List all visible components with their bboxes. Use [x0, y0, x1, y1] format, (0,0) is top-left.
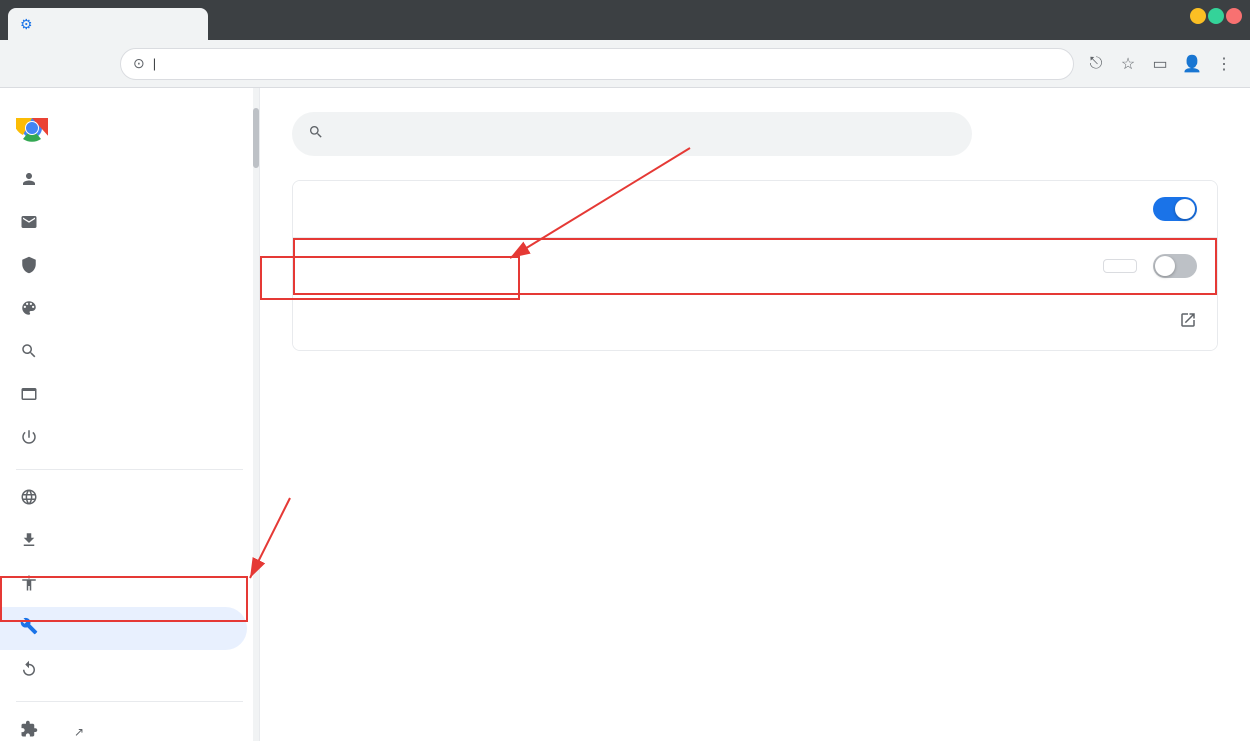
active-tab[interactable]: ⚙ — [8, 8, 208, 40]
toggle-thumb-background-apps — [1175, 199, 1195, 219]
setting-row-hardware-acceleration — [293, 238, 1217, 295]
browser-icon — [20, 385, 38, 408]
sidebar-item-extensions[interactable]: ↗ — [0, 710, 247, 741]
accessibility-icon — [20, 574, 38, 597]
chrome-logo-icon — [16, 112, 48, 144]
sidebar-scrollbar-thumb — [253, 108, 259, 168]
sidebar-toggle-button[interactable]: ▭ — [1146, 50, 1174, 78]
address-text: | — [153, 56, 1061, 71]
tab-bar: ⚙ — [0, 0, 1250, 40]
sidebar-header — [0, 88, 259, 160]
sidebar: ↗ i — [0, 88, 260, 741]
settings-card — [292, 180, 1218, 351]
search-input[interactable] — [336, 126, 956, 142]
person-icon — [20, 170, 38, 193]
toolbar-right: ⎋ ☆ ▭ 👤 ⋮ — [1082, 50, 1238, 78]
sidebar-item-autofill[interactable] — [0, 203, 247, 246]
sidebar-item-appearance[interactable] — [0, 289, 247, 332]
restart-button[interactable] — [1103, 259, 1137, 273]
menu-button[interactable]: ⋮ — [1210, 50, 1238, 78]
new-tab-button[interactable] — [212, 8, 244, 40]
setting-row-background-apps — [293, 181, 1217, 238]
wrench-icon — [20, 617, 38, 640]
close-button[interactable] — [1226, 8, 1242, 24]
sidebar-divider-2 — [16, 701, 243, 702]
sidebar-item-system[interactable] — [0, 607, 247, 650]
sidebar-item-startup[interactable] — [0, 418, 247, 461]
toggle-hardware-acceleration[interactable] — [1153, 254, 1197, 278]
toggle-thumb-hardware — [1155, 256, 1175, 276]
autofill-icon — [20, 213, 38, 236]
sidebar-item-accessibility[interactable] — [0, 564, 247, 607]
download-icon — [20, 531, 38, 554]
power-icon — [20, 428, 38, 451]
search-bar-icon — [308, 124, 324, 145]
address-bar-field[interactable]: ⊙ | — [120, 48, 1074, 80]
sidebar-item-browser[interactable] — [0, 375, 247, 418]
sidebar-item-language[interactable] — [0, 478, 247, 521]
search-bar[interactable] — [292, 112, 972, 156]
main-area: ↗ i — [0, 88, 1250, 741]
toggle-background-apps[interactable] — [1153, 197, 1197, 221]
sidebar-divider-1 — [16, 469, 243, 470]
sidebar-item-privacy[interactable] — [0, 246, 247, 289]
address-separator: | — [153, 56, 156, 71]
addressbar: ⊙ | ⎋ ☆ ▭ 👤 ⋮ — [0, 40, 1250, 88]
tab-favicon-icon: ⚙ — [20, 16, 33, 33]
tab-close-button[interactable] — [180, 16, 196, 32]
reset-icon — [20, 660, 38, 683]
window-controls — [1182, 0, 1250, 32]
minimize-button[interactable] — [1190, 8, 1206, 24]
sidebar-scrollbar[interactable] — [253, 88, 259, 741]
external-link-icon[interactable] — [1179, 311, 1197, 334]
content-area — [260, 88, 1250, 741]
search-container — [292, 112, 1218, 156]
setting-row-proxy — [293, 295, 1217, 350]
share-button[interactable]: ⎋ — [1082, 50, 1110, 78]
sidebar-item-reset[interactable] — [0, 650, 247, 693]
back-button[interactable] — [12, 50, 40, 78]
address-secure-icon: ⊙ — [133, 55, 145, 72]
titlebar: ⚙ — [0, 0, 1250, 40]
maximize-button[interactable] — [1208, 8, 1224, 24]
shield-icon — [20, 256, 38, 279]
palette-icon — [20, 299, 38, 322]
extensions-external-icon: ↗ — [74, 725, 84, 739]
forward-button[interactable] — [48, 50, 76, 78]
search-icon — [20, 342, 38, 365]
language-icon — [20, 488, 38, 511]
sidebar-item-downloads[interactable] — [0, 521, 247, 564]
extension-icon — [20, 720, 38, 741]
profile-button[interactable]: 👤 — [1178, 50, 1206, 78]
bookmark-button[interactable]: ☆ — [1114, 50, 1142, 78]
reload-button[interactable] — [84, 50, 112, 78]
sidebar-item-search[interactable] — [0, 332, 247, 375]
sidebar-item-google-account[interactable] — [0, 160, 247, 203]
